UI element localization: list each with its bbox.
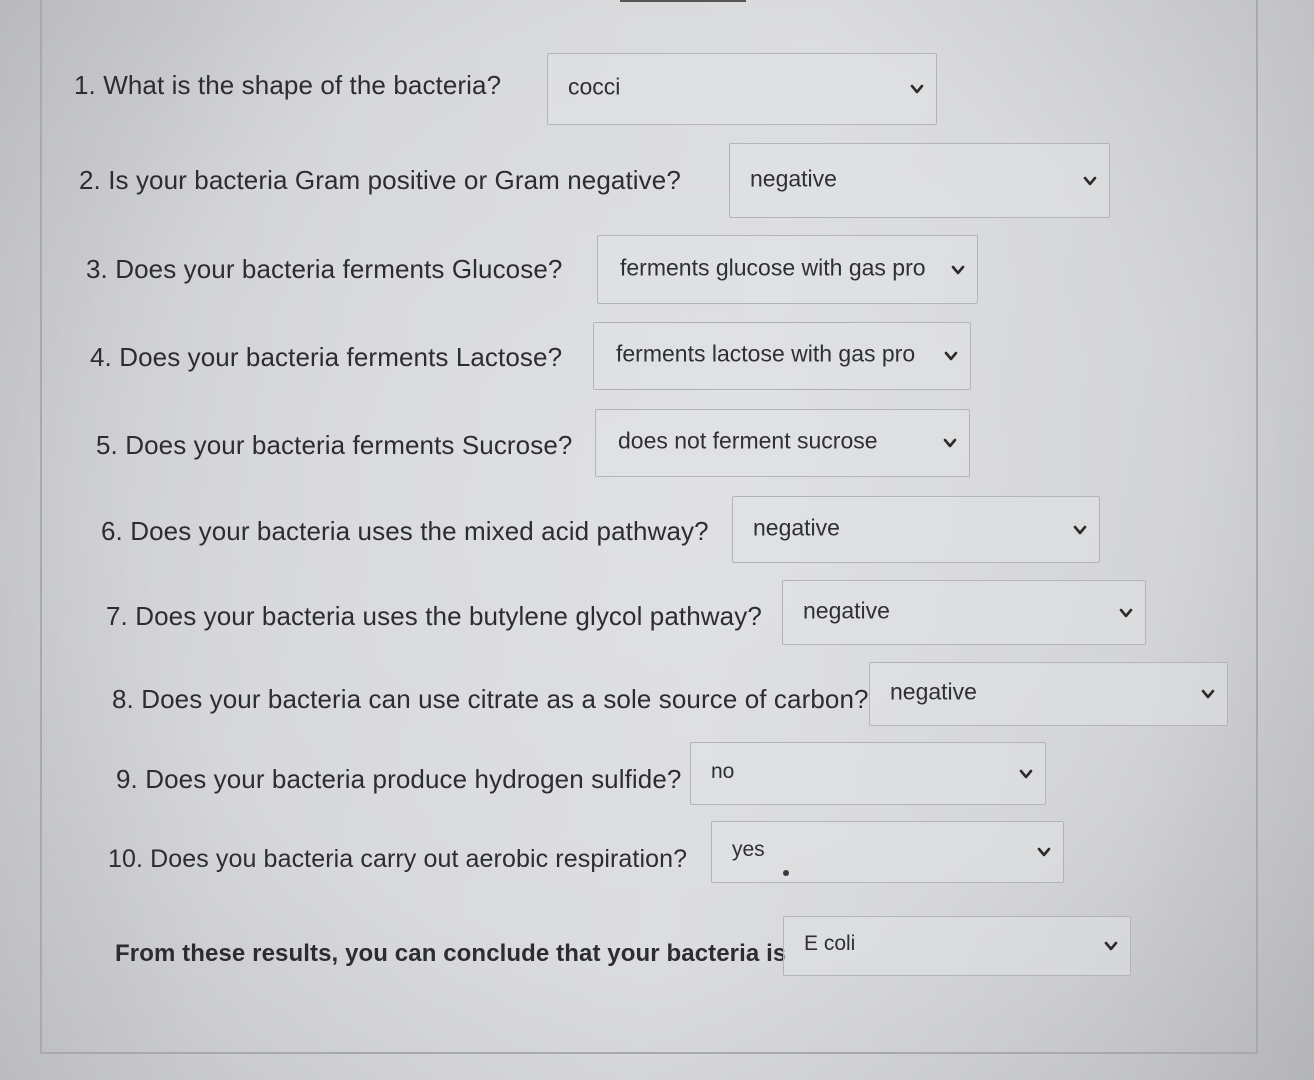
question-6-value: negative — [753, 513, 840, 540]
question-4-select[interactable]: ferments lactose with gas pro — [593, 322, 971, 390]
chevron-down-icon — [1201, 687, 1215, 701]
question-10-select[interactable]: yes — [711, 821, 1064, 883]
question-4-label: 4. Does your bacteria ferments Lactose? — [90, 342, 563, 372]
chevron-down-icon — [943, 436, 957, 450]
chevron-down-icon — [910, 82, 924, 96]
chevron-down-icon — [1073, 523, 1087, 537]
question-7-value: negative — [803, 596, 890, 623]
question-9-label: 9. Does your bacteria produce hydrogen s… — [116, 764, 682, 794]
chevron-down-icon — [951, 263, 965, 277]
question-5-value: does not ferment sucrose — [618, 427, 878, 454]
question-7-select[interactable]: negative — [782, 580, 1146, 645]
conclusion-value: E coli — [804, 932, 856, 956]
screen-speck — [783, 870, 789, 876]
conclusion-select[interactable]: E coli — [783, 916, 1131, 976]
question-1-select[interactable]: cocci — [547, 53, 937, 125]
question-6-label: 6. Does your bacteria uses the mixed aci… — [101, 516, 709, 546]
question-1-label: 1. What is the shape of the bacteria? — [74, 70, 502, 100]
question-2-select[interactable]: negative — [729, 143, 1110, 218]
question-2-label: 2. Is your bacteria Gram positive or Gra… — [79, 165, 681, 195]
question-8-label: 8. Does your bacteria can use citrate as… — [112, 684, 869, 714]
conclusion-label: From these results, you can conclude tha… — [115, 940, 787, 967]
question-9-select[interactable]: no — [690, 742, 1046, 805]
chevron-down-icon — [1083, 174, 1097, 188]
question-3-label: 3. Does your bacteria ferments Glucose? — [86, 254, 563, 284]
question-10-value: yes — [732, 838, 765, 862]
question-4-value: ferments lactose with gas pro — [616, 340, 916, 367]
chevron-down-icon — [1019, 767, 1033, 781]
question-8-select[interactable]: negative — [869, 662, 1228, 726]
question-8-value: negative — [890, 678, 977, 705]
chevron-down-icon — [1119, 606, 1133, 620]
question-1-value: cocci — [568, 73, 621, 100]
question-9-value: no — [711, 759, 735, 783]
question-6-select[interactable]: negative — [732, 496, 1100, 563]
question-2-value: negative — [750, 164, 837, 191]
question-7-label: 7. Does your bacteria uses the butylene … — [106, 601, 762, 631]
question-3-select[interactable]: ferments glucose with gas pro — [597, 235, 978, 304]
question-10-label: 10. Does you bacteria carry out aerobic … — [108, 845, 688, 873]
question-3-value: ferments glucose with gas pro — [620, 253, 926, 280]
question-5-select[interactable]: does not ferment sucrose — [595, 409, 970, 477]
chevron-down-icon — [944, 349, 958, 363]
question-5-label: 5. Does your bacteria ferments Sucrose? — [96, 430, 573, 460]
chevron-down-icon — [1037, 845, 1051, 859]
chevron-down-icon — [1104, 939, 1118, 953]
